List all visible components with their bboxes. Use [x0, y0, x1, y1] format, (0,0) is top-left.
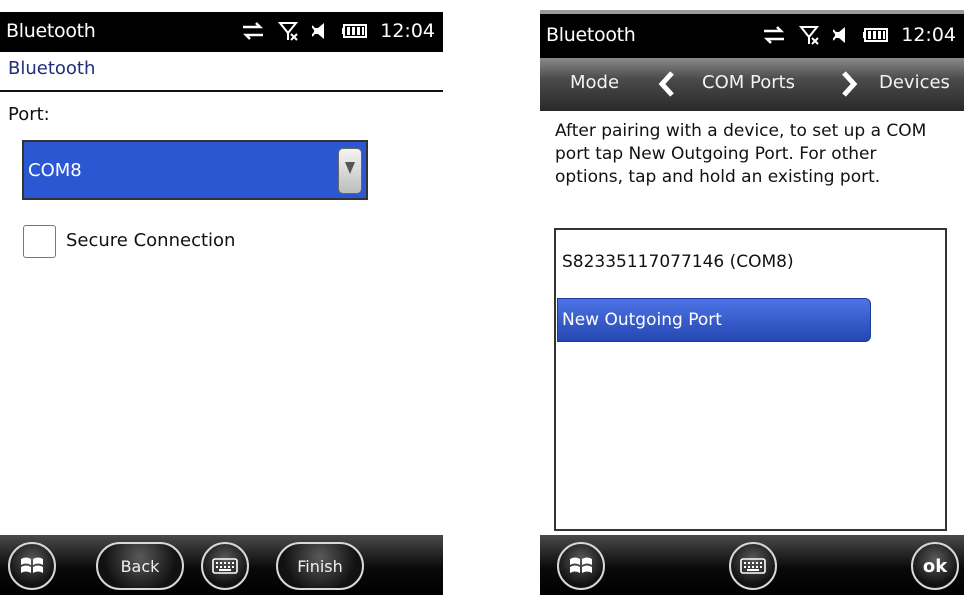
status-time: 12:04 — [380, 20, 435, 42]
finish-button[interactable]: Finish — [276, 542, 364, 590]
windows-start-button[interactable] — [8, 542, 56, 590]
port-label: Port: — [8, 104, 50, 125]
secure-connection-checkbox[interactable] — [23, 225, 56, 258]
speaker-icon — [312, 21, 330, 41]
nav-mode[interactable]: Mode — [570, 72, 619, 93]
nav-devices[interactable]: Devices — [879, 72, 950, 93]
battery-icon — [342, 23, 368, 39]
windows-start-icon — [570, 557, 592, 573]
keyboard-button[interactable] — [201, 542, 249, 590]
port-select[interactable]: COM8 — [22, 140, 368, 200]
speaker-icon — [833, 25, 851, 45]
status-time: 12:04 — [901, 24, 956, 46]
bottom-softkey-bar: ok — [540, 535, 964, 595]
status-icons: 12:04 — [761, 24, 956, 46]
left-phone-screen: Bluetooth 12:04 Bluetooth Port: COM8 Sec… — [0, 0, 443, 595]
back-button[interactable]: Back — [96, 542, 184, 590]
chevron-right-icon[interactable] — [840, 70, 858, 102]
status-title: Bluetooth — [546, 24, 636, 46]
new-outgoing-port-label: New Outgoing Port — [562, 310, 722, 330]
no-signal-icon — [278, 20, 300, 42]
ok-button[interactable]: ok — [911, 542, 959, 590]
sync-icon — [240, 21, 266, 41]
divider — [0, 90, 443, 92]
keyboard-button[interactable] — [729, 542, 777, 590]
status-icons: 12:04 — [240, 20, 435, 42]
nav-com-ports: COM Ports — [702, 72, 796, 93]
sync-icon — [761, 25, 787, 45]
no-signal-icon — [799, 24, 821, 46]
bottom-softkey-bar: Back Finish — [0, 535, 443, 595]
keyboard-icon — [212, 558, 238, 574]
status-bar: Bluetooth 12:04 — [0, 12, 443, 52]
com-port-list: S82335117077146 (COM8) New Outgoing Port — [554, 228, 947, 531]
battery-icon — [863, 27, 889, 43]
status-title: Bluetooth — [6, 20, 96, 42]
secure-connection-label: Secure Connection — [66, 230, 236, 251]
right-phone-screen: Bluetooth 12:04 Mode COM Ports Devices A… — [540, 0, 964, 595]
page-subtitle: Bluetooth — [8, 58, 96, 79]
windows-start-button[interactable] — [557, 542, 605, 590]
dropdown-arrow-icon[interactable] — [338, 148, 362, 194]
list-item[interactable]: S82335117077146 (COM8) — [562, 252, 794, 272]
keyboard-icon — [740, 558, 766, 574]
new-outgoing-port-button[interactable]: New Outgoing Port — [557, 298, 871, 342]
status-bar: Bluetooth 12:04 — [540, 10, 964, 58]
port-select-value: COM8 — [28, 160, 82, 181]
chevron-left-icon[interactable] — [658, 70, 676, 102]
instructions-text: After pairing with a device, to set up a… — [555, 121, 927, 187]
windows-start-icon — [21, 557, 43, 573]
nav-header: Mode COM Ports Devices — [540, 58, 964, 111]
